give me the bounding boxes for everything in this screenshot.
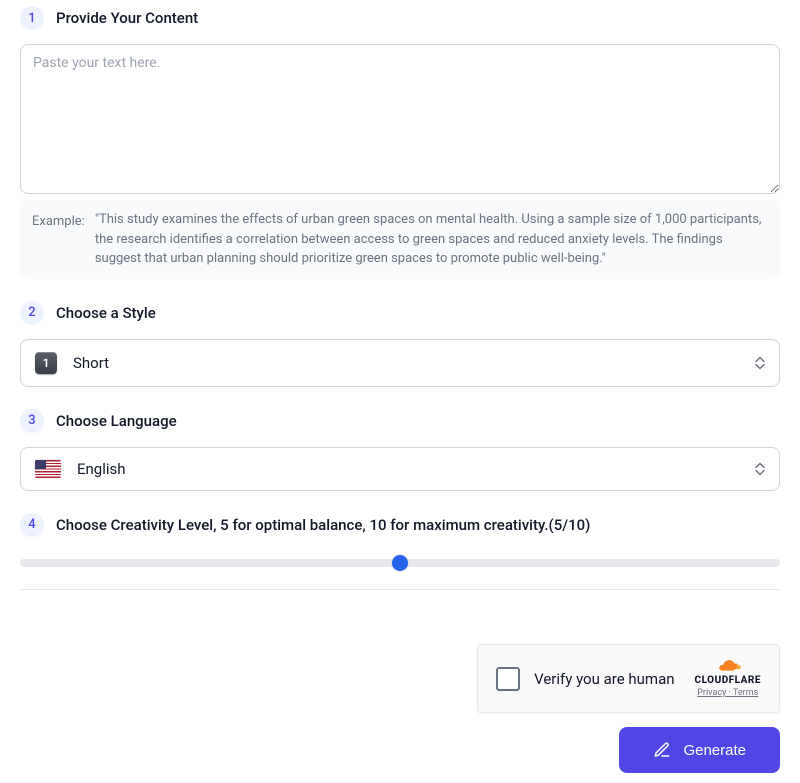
step-2-badge: 2 [20, 301, 44, 325]
captcha-brand-name: CLOUDFLARE [695, 675, 761, 686]
style-selected-label: Short [73, 354, 109, 372]
content-textarea[interactable] [20, 44, 780, 194]
step-2-title: Choose a Style [56, 304, 156, 322]
flag-us-icon [35, 460, 61, 478]
captcha-privacy-link[interactable]: Privacy [697, 688, 726, 698]
step-2-header: 2 Choose a Style [20, 301, 780, 325]
creativity-slider[interactable] [20, 553, 780, 573]
generate-button-label: Generate [683, 742, 746, 759]
captcha-label: Verify you are human [534, 670, 674, 688]
step-1-header: 1 Provide Your Content [20, 6, 780, 30]
captcha-checkbox[interactable] [496, 667, 520, 691]
style-select[interactable]: 1 Short [20, 339, 780, 387]
chevron-up-down-icon [755, 462, 765, 475]
step-3-title: Choose Language [56, 412, 177, 430]
example-text: "This study examines the effects of urba… [95, 210, 768, 269]
language-select[interactable]: English [20, 447, 780, 491]
creativity-slider-track [20, 559, 780, 567]
keycap-1-icon: 1 [35, 352, 57, 374]
cloudflare-icon [714, 659, 742, 673]
edit-icon [653, 741, 671, 759]
step-3-badge: 3 [20, 409, 44, 433]
captcha-terms-link[interactable]: Terms [733, 688, 758, 698]
step-3-header: 3 Choose Language [20, 409, 780, 433]
language-selected-label: English [77, 460, 126, 478]
step-4-badge: 4 [20, 513, 44, 537]
step-1-title: Provide Your Content [56, 9, 198, 27]
generate-button[interactable]: Generate [619, 727, 780, 773]
example-box: Example: "This study examines the effect… [20, 200, 780, 279]
step-1-badge: 1 [20, 6, 44, 30]
step-4-title: Choose Creativity Level, 5 for optimal b… [56, 516, 590, 534]
captcha-widget: Verify you are human CLOUDFLARE Privacy … [477, 644, 780, 713]
section-divider [20, 589, 780, 590]
captcha-brand: CLOUDFLARE Privacy · Terms [695, 659, 761, 698]
chevron-up-down-icon [755, 356, 765, 369]
example-label: Example: [32, 210, 85, 269]
step-4-header: 4 Choose Creativity Level, 5 for optimal… [20, 513, 780, 537]
